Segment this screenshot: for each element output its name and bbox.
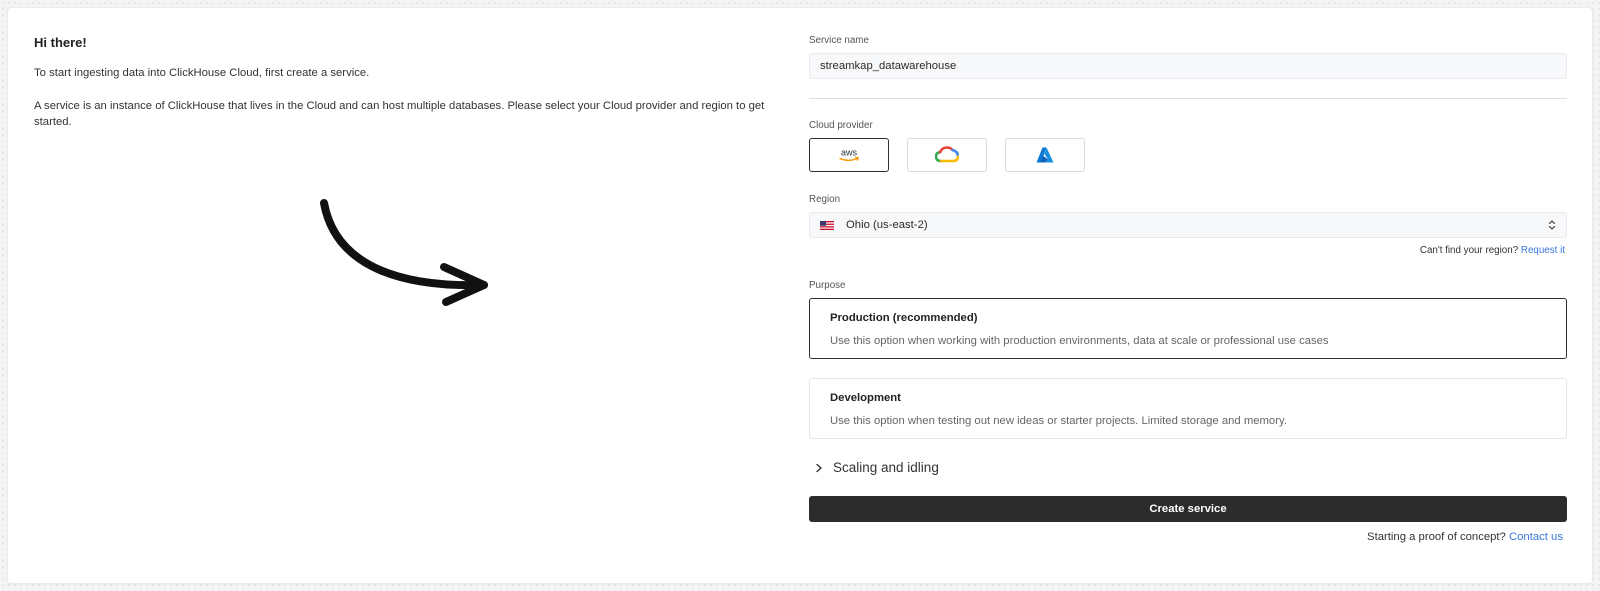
- create-service-button[interactable]: Create service: [809, 496, 1567, 522]
- region-help: Can't find your region? Request it: [1420, 245, 1565, 256]
- purpose-option-development[interactable]: Development Use this option when testing…: [809, 378, 1567, 439]
- scaling-label: Scaling and idling: [833, 460, 939, 475]
- azure-icon: [1036, 147, 1054, 163]
- chevron-up-down-icon: [1548, 220, 1556, 230]
- intro-text: To start ingesting data into ClickHouse …: [34, 67, 370, 79]
- option-title: Development: [830, 392, 901, 404]
- provider-google-cloud-button[interactable]: [907, 138, 987, 172]
- create-service-card: Hi there! To start ingesting data into C…: [8, 8, 1592, 583]
- poc-text: Starting a proof of concept?: [1367, 531, 1506, 543]
- svg-text:aws: aws: [841, 148, 858, 158]
- provider-azure-button[interactable]: [1005, 138, 1085, 172]
- purpose-option-production[interactable]: Production (recommended) Use this option…: [809, 298, 1567, 359]
- description-text: A service is an instance of ClickHouse t…: [34, 100, 765, 128]
- aws-icon: aws: [839, 148, 859, 162]
- service-form: Service name streamkap_datawarehouse Clo…: [809, 8, 1567, 583]
- google-cloud-icon: [935, 146, 959, 163]
- region-value: Ohio (us-east-2): [846, 219, 928, 231]
- hand-drawn-arrow-icon: [320, 199, 488, 306]
- scaling-and-idling-toggle[interactable]: Scaling and idling: [815, 460, 939, 475]
- service-name-input[interactable]: streamkap_datawarehouse: [809, 53, 1567, 79]
- chevron-right-icon: [816, 463, 822, 472]
- purpose-label: Purpose: [809, 280, 846, 291]
- region-label: Region: [809, 194, 841, 205]
- request-region-link[interactable]: Request it: [1521, 245, 1565, 256]
- provider-aws-button[interactable]: aws: [809, 138, 889, 172]
- cloud-provider-label: Cloud provider: [809, 120, 873, 131]
- option-title: Production (recommended): [830, 312, 978, 324]
- us-flag-icon: [820, 221, 834, 230]
- divider: [809, 98, 1567, 99]
- region-help-text: Can't find your region?: [1419, 245, 1519, 256]
- greeting-heading: Hi there!: [34, 35, 87, 50]
- service-name-label: Service name: [809, 35, 869, 46]
- region-select[interactable]: Ohio (us-east-2): [809, 212, 1567, 238]
- option-description: Use this option when testing out new ide…: [830, 415, 1287, 427]
- contact-us-link[interactable]: Contact us: [1509, 531, 1563, 543]
- option-description: Use this option when working with produc…: [830, 335, 1329, 347]
- proof-of-concept: Starting a proof of concept? Contact us: [1367, 531, 1563, 543]
- intro-panel: Hi there! To start ingesting data into C…: [34, 35, 794, 128]
